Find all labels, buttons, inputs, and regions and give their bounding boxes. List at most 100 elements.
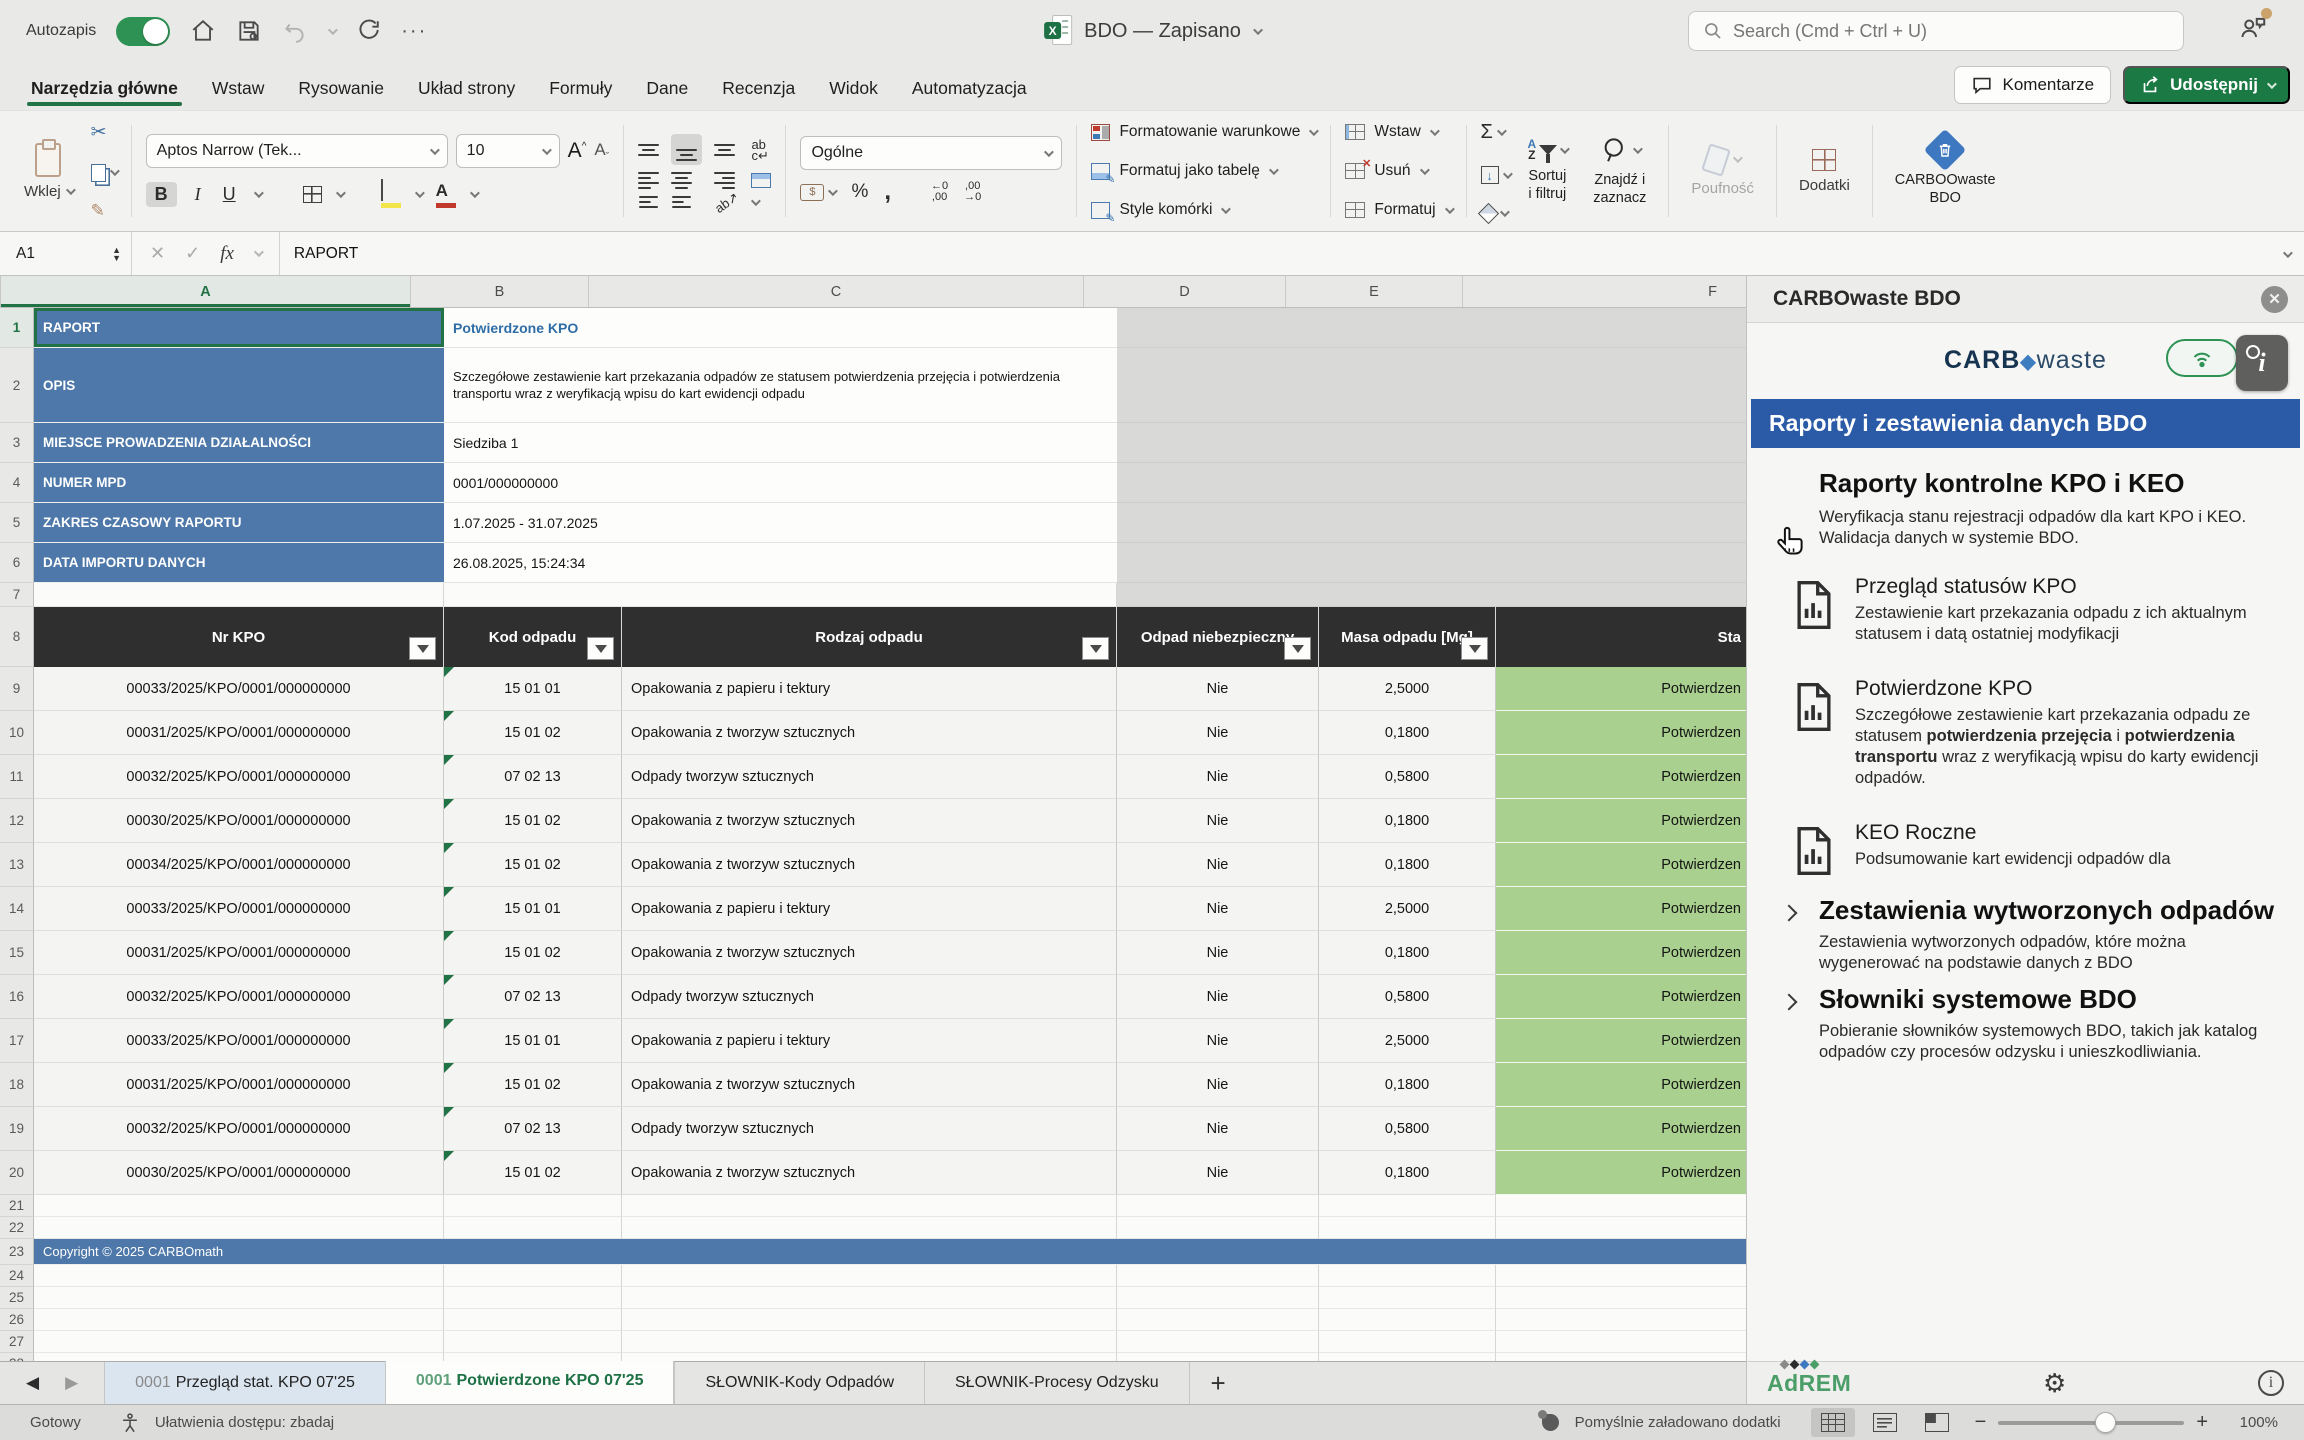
ribbon-tab-6[interactable]: Recenzja <box>722 78 795 110</box>
empty-cell[interactable] <box>1319 1287 1496 1309</box>
page-break-view-button[interactable] <box>1915 1408 1959 1437</box>
name-box[interactable]: A1 ▲▼ <box>0 232 132 275</box>
table-cell[interactable]: 00031/2025/KPO/0001/000000000 <box>34 711 444 755</box>
row-header-4[interactable]: 4 <box>0 463 34 503</box>
insert-function-icon[interactable]: fx <box>220 243 234 265</box>
row-header-10[interactable]: 10 <box>0 711 34 755</box>
cell-styles-button[interactable]: Style komórki <box>1091 201 1228 219</box>
autosum-icon[interactable]: Σ <box>1481 121 1510 144</box>
table-header-2[interactable]: Rodzaj odpadu <box>622 607 1117 667</box>
table-cell[interactable]: Opakowania z tworzyw sztucznych <box>622 711 1117 755</box>
table-cell[interactable]: 00032/2025/KPO/0001/000000000 <box>34 1107 444 1151</box>
page-layout-view-button[interactable] <box>1863 1408 1907 1437</box>
table-cell[interactable]: 00034/2025/KPO/0001/000000000 <box>34 843 444 887</box>
table-cell[interactable]: Potwierdzen <box>1496 975 1746 1019</box>
row-header-21[interactable]: 21 <box>0 1195 34 1217</box>
table-cell[interactable]: 07 02 13 <box>444 975 622 1019</box>
table-header-5[interactable]: Sta <box>1496 607 1746 667</box>
normal-view-button[interactable] <box>1811 1408 1855 1437</box>
row-header-18[interactable]: 18 <box>0 1063 34 1107</box>
table-cell[interactable]: Potwierdzen <box>1496 667 1746 711</box>
table-cell[interactable]: Potwierdzen <box>1496 1151 1746 1195</box>
fill-down-icon[interactable]: ↓ <box>1481 166 1510 184</box>
table-cell[interactable]: Odpady tworzyw sztucznych <box>622 975 1117 1019</box>
empty-cell[interactable] <box>444 1309 622 1331</box>
empty-cell[interactable] <box>1319 1217 1496 1239</box>
autosave-toggle[interactable] <box>116 17 170 46</box>
table-cell[interactable]: Nie <box>1117 887 1319 931</box>
row-header-17[interactable]: 17 <box>0 1019 34 1063</box>
confirm-entry-icon[interactable]: ✓ <box>185 243 200 264</box>
table-cell[interactable]: Nie <box>1117 755 1319 799</box>
empty-cell[interactable] <box>1117 1331 1319 1353</box>
empty-cell[interactable] <box>1319 1195 1496 1217</box>
table-cell[interactable]: 15 01 01 <box>444 887 622 931</box>
undo-chevron-icon[interactable] <box>328 25 338 35</box>
info-label-cell[interactable]: NUMER MPD <box>34 463 444 503</box>
row-header-7[interactable]: 7 <box>0 583 34 607</box>
orientation-icon[interactable]: ab↗ <box>713 190 740 214</box>
table-cell[interactable]: Odpady tworzyw sztucznych <box>622 755 1117 799</box>
sort-filter-button[interactable]: AZ Sortuji filtruj <box>1520 139 1576 203</box>
panel-item-2[interactable]: Potwierdzone KPOSzczegółowe zestawienie … <box>1747 661 2304 805</box>
row-header-1[interactable]: 1 <box>0 308 34 348</box>
empty-gray-area[interactable] <box>1117 583 1746 607</box>
addins-button[interactable]: Dodatki <box>1791 149 1858 194</box>
table-cell[interactable]: Nie <box>1117 931 1319 975</box>
table-cell[interactable]: 0,1800 <box>1319 1151 1496 1195</box>
panel-settings-icon[interactable]: ⚙ <box>2043 1368 2066 1399</box>
row-header-16[interactable]: 16 <box>0 975 34 1019</box>
row-header-6[interactable]: 6 <box>0 543 34 583</box>
decrease-indent-icon[interactable] <box>639 196 658 208</box>
font-color-icon[interactable]: A <box>436 180 456 208</box>
table-cell[interactable]: 2,5000 <box>1319 887 1496 931</box>
info-value-cell[interactable]: 1.07.2025 - 31.07.2025 <box>444 503 1117 543</box>
zoom-slider[interactable] <box>1998 1421 2184 1425</box>
search-box[interactable] <box>1688 11 2184 51</box>
align-center-icon[interactable] <box>671 172 692 189</box>
empty-cell[interactable] <box>34 583 444 607</box>
home-icon[interactable] <box>190 18 216 44</box>
worksheet-grid[interactable]: ABCDEF 1RAPORTPotwierdzone KPO2OPISSzcze… <box>0 276 1746 1361</box>
table-cell[interactable]: 15 01 01 <box>444 1019 622 1063</box>
table-cell[interactable]: Opakowania z papieru i tektury <box>622 1019 1117 1063</box>
cut-icon[interactable]: ✂ <box>91 121 117 144</box>
table-header-4[interactable]: Masa odpadu [Mg] <box>1319 607 1496 667</box>
empty-cell[interactable] <box>34 1287 444 1309</box>
table-cell[interactable]: Potwierdzen <box>1496 711 1746 755</box>
delete-cells-button[interactable]: Usuń <box>1345 162 1426 180</box>
empty-cell[interactable] <box>444 1353 622 1361</box>
table-cell[interactable]: 15 01 02 <box>444 1063 622 1107</box>
align-bottom-icon[interactable] <box>714 144 735 156</box>
add-sheet-button[interactable]: + <box>1189 1362 1247 1404</box>
italic-button[interactable]: I <box>191 182 205 207</box>
empty-cell[interactable] <box>444 1195 622 1217</box>
underline-chevron-icon[interactable] <box>254 188 264 198</box>
empty-cell[interactable] <box>622 1287 1117 1309</box>
table-header-0[interactable]: Nr KPO <box>34 607 444 667</box>
table-header-3[interactable]: Odpad niebezpieczny <box>1117 607 1319 667</box>
empty-cell[interactable] <box>1496 1353 1746 1361</box>
column-header-B[interactable]: B <box>411 276 589 307</box>
sheet-nav-next-icon[interactable]: ▶ <box>65 1373 78 1393</box>
conditional-formatting-button[interactable]: Formatowanie warunkowe <box>1091 123 1316 141</box>
row-header-2[interactable]: 2 <box>0 348 34 423</box>
table-cell[interactable]: 15 01 01 <box>444 667 622 711</box>
row-header-12[interactable]: 12 <box>0 799 34 843</box>
select-all-corner[interactable] <box>0 276 1 307</box>
zoom-level[interactable]: 100% <box>2224 1414 2278 1431</box>
empty-gray-area[interactable] <box>1117 348 1746 423</box>
undo-icon[interactable] <box>282 18 308 44</box>
ribbon-tab-8[interactable]: Automatyzacja <box>912 78 1027 110</box>
font-name-select[interactable]: Aptos Narrow (Tek... <box>146 134 448 168</box>
table-cell[interactable]: Opakowania z tworzyw sztucznych <box>622 1063 1117 1107</box>
table-cell[interactable]: Potwierdzen <box>1496 1063 1746 1107</box>
empty-cell[interactable] <box>444 1265 622 1287</box>
table-cell[interactable]: Nie <box>1117 1019 1319 1063</box>
table-cell[interactable]: Potwierdzen <box>1496 931 1746 975</box>
table-cell[interactable]: 2,5000 <box>1319 1019 1496 1063</box>
empty-cell[interactable] <box>1496 1287 1746 1309</box>
row-header-3[interactable]: 3 <box>0 423 34 463</box>
empty-cell[interactable] <box>1117 1217 1319 1239</box>
empty-cell[interactable] <box>34 1195 444 1217</box>
